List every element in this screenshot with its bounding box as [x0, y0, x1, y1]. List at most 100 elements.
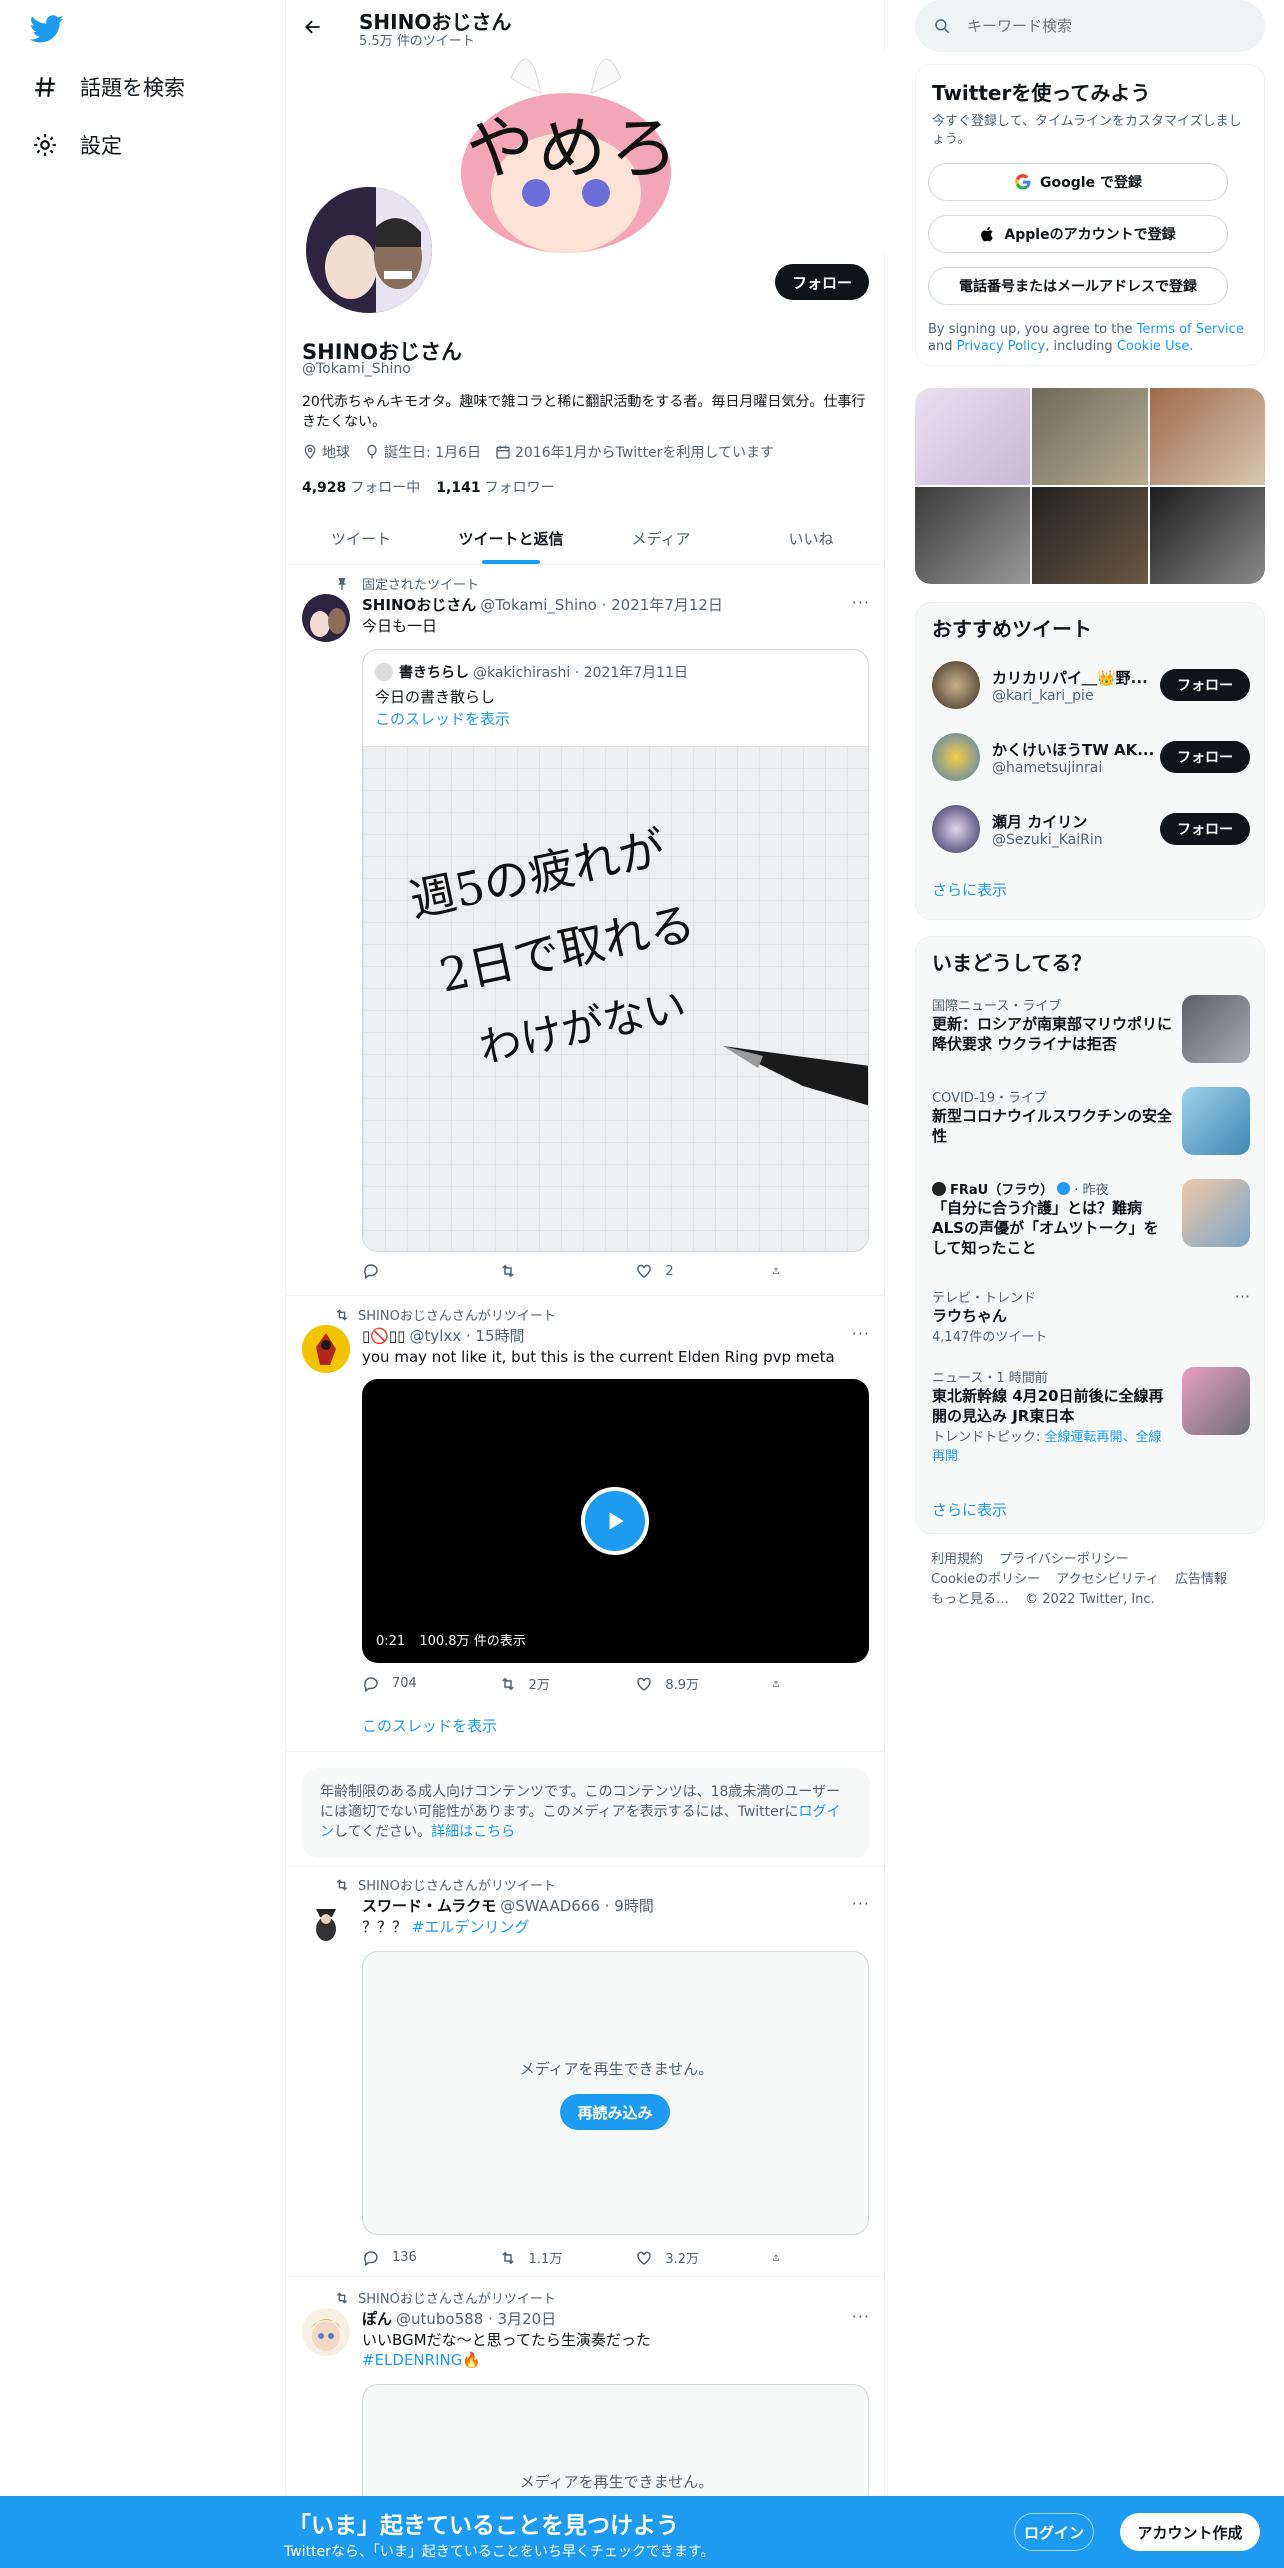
footer-copyright: © 2022 Twitter, Inc. — [1025, 1592, 1155, 1607]
hashtag-link[interactable]: #ELDENRING — [362, 2351, 462, 2369]
footer-accessibility-link[interactable]: アクセシビリティ — [1056, 1572, 1159, 1587]
show-thread-link[interactable]: このスレッドを表示 — [362, 1716, 862, 1736]
tweet-meta[interactable]: @Tokami_Shino · 2021年7月12日 — [480, 594, 723, 615]
footer-ads-link[interactable]: 広告情報 — [1175, 1572, 1227, 1587]
search-input[interactable] — [967, 17, 1227, 35]
reco-follow-button[interactable]: フォロー — [1160, 813, 1250, 845]
tweet-retweet-pon[interactable]: SHINOおじさんさんがリツイート ぽん @utubo588 · 3月20日 ·… — [286, 2280, 886, 2504]
phone-email-signup-button[interactable]: 電話番号またはメールアドレスで登録 — [928, 267, 1228, 305]
video-player[interactable]: 0:21 100.8万 件の表示 — [362, 1379, 869, 1663]
reco-item[interactable]: かくけいほうTW AK... @hametsujinrai フォロー — [932, 727, 1250, 787]
media-thumb[interactable] — [1149, 388, 1265, 485]
cookie-use-link[interactable]: Cookie Use — [1117, 339, 1190, 354]
reply-button[interactable]: 136 — [362, 2248, 462, 2267]
quote-tweet[interactable]: 書きちらし @kakichirashi · 2021年7月11日 今日の書き散ら… — [362, 649, 869, 1252]
profile-avatar[interactable] — [302, 183, 436, 317]
apple-signup-button[interactable]: Appleのアカウントで登録 — [928, 215, 1228, 253]
reco-item[interactable]: カリカリパイ＿👑野... @kari_kari_pie フォロー — [932, 655, 1250, 715]
terms-of-service-link[interactable]: Terms of Service — [1137, 322, 1244, 337]
tweet-meta[interactable]: @utubo588 · 3月20日 — [396, 2308, 556, 2329]
trend-topic: トレンドトピック: 全線運転再開、全線再開 — [932, 1426, 1172, 1464]
tweet-text: 今日も一日 — [362, 617, 438, 635]
following-link[interactable]: 4,928 フォロー中 — [302, 477, 420, 497]
google-signup-button[interactable]: Google で登録 — [928, 163, 1228, 201]
tweet-meta[interactable]: @SWAAD666 · 9時間 — [500, 1895, 654, 1916]
tweet-meta[interactable]: @tylxx · 15時間 — [409, 1325, 524, 1346]
retweet-button[interactable] — [499, 1262, 599, 1280]
retweet-button[interactable]: 1.1万 — [499, 2248, 599, 2267]
reco-item[interactable]: 瀬月 カイリン @Sezuki_KaiRin フォロー — [932, 799, 1250, 859]
avatar[interactable] — [302, 594, 350, 642]
media-thumb[interactable] — [1149, 487, 1265, 584]
reload-button[interactable]: 再読み込み — [560, 2094, 670, 2130]
quote-image[interactable]: 週5の疲れが 2日で取れる わけがない — [363, 746, 868, 1251]
nav-settings[interactable]: 設定 — [30, 121, 122, 169]
trends-show-more-link[interactable]: さらに表示 — [932, 1499, 1007, 1520]
login-button[interactable]: ログイン — [1014, 2513, 1094, 2551]
hashtag-icon — [30, 72, 60, 102]
tweet-author-name[interactable]: ぽん — [362, 2308, 392, 2329]
like-button[interactable]: 3.2万 — [635, 2248, 735, 2267]
nav-explore[interactable]: 話題を検索 — [30, 63, 185, 111]
retweet-icon — [501, 2251, 514, 2264]
tab-tweets-replies[interactable]: ツイートと返信 — [436, 512, 586, 564]
like-button[interactable]: 8.9万 — [635, 1674, 735, 1693]
media-thumb[interactable] — [1032, 388, 1148, 485]
tweet-author-name[interactable]: SHINOおじさん — [362, 594, 476, 615]
hashtag-link[interactable]: #エルデンリング — [412, 1918, 530, 1936]
reco-follow-button[interactable]: フォロー — [1160, 741, 1250, 773]
quote-show-thread-link[interactable]: このスレッドを表示 — [375, 708, 510, 729]
more-options-icon[interactable]: ··· — [1235, 1287, 1250, 1306]
tweet-pinned[interactable]: 固定されたツイート SHINOおじさん @Tokami_Shino · 2021… — [286, 566, 886, 1296]
reply-button[interactable]: 704 — [362, 1674, 462, 1693]
follow-button[interactable]: フォロー — [775, 264, 869, 300]
followers-link[interactable]: 1,141 フォロワー — [436, 477, 554, 497]
age-restriction-notice: 年齢制限のある成人向けコンテンツです。このコンテンツは、18歳未満のユーザーには… — [302, 1768, 870, 1858]
signup-button[interactable]: アカウント作成 — [1120, 2513, 1260, 2551]
tweet-context-text: SHINOおじさんさんがリツイート — [358, 1879, 556, 1894]
tweet-author-name[interactable]: スワード・ムラクモ — [362, 1895, 496, 1916]
footer-terms-link[interactable]: 利用規約 — [931, 1552, 983, 1567]
footer-cookie-link[interactable]: Cookieのポリシー — [931, 1572, 1040, 1587]
avatar[interactable] — [302, 1895, 350, 1943]
trend-item[interactable]: ニュース・1 時間前 東北新幹線 4月20日前後に全線再開の見込み JR東日本 … — [932, 1367, 1250, 1467]
share-button[interactable] — [772, 2248, 792, 2267]
reco-follow-button[interactable]: フォロー — [1160, 669, 1250, 701]
back-arrow-icon[interactable] — [298, 12, 328, 42]
trend-item[interactable]: FRaU（フラウ） · 昨夜 「自分に合う介護」とは？難病ALSの声優が「オムツ… — [932, 1179, 1250, 1271]
reply-button[interactable] — [362, 1262, 462, 1280]
avatar[interactable] — [302, 2308, 350, 2356]
more-options-icon[interactable]: ··· — [852, 1894, 870, 1913]
play-icon[interactable] — [581, 1487, 649, 1555]
trend-item[interactable]: テレビ・トレンド ラウちゃん 4,147件のツイート ··· — [932, 1287, 1250, 1351]
footer-more-link[interactable]: もっと見る… — [931, 1592, 1009, 1607]
trend-item[interactable]: 国際ニュース・ライブ 更新：ロシアが南東部マリウポリに降伏要求 ウクライナは拒否 — [932, 995, 1250, 1071]
footer-privacy-link[interactable]: プライバシーポリシー — [999, 1552, 1129, 1567]
trend-category: テレビ・トレンド — [932, 1291, 1037, 1306]
media-thumb[interactable] — [915, 388, 1031, 485]
media-thumb[interactable] — [1032, 487, 1148, 584]
share-button[interactable] — [772, 1262, 792, 1280]
more-options-icon[interactable]: ··· — [852, 2307, 870, 2326]
twitter-logo-icon[interactable] — [29, 12, 64, 46]
bottom-signup-bar: 「いま」起きていることを見つけよう Twitterなら、「いま」起きていることを… — [0, 2496, 1284, 2568]
retweet-button[interactable]: 2万 — [499, 1674, 599, 1693]
avatar[interactable] — [302, 1325, 350, 1373]
more-options-icon[interactable]: ··· — [852, 1324, 870, 1343]
heart-icon — [637, 1677, 652, 1691]
reco-show-more-link[interactable]: さらに表示 — [932, 879, 1007, 900]
tab-media[interactable]: メディア — [586, 512, 736, 564]
warning-details-link[interactable]: 詳細はこちら — [431, 1824, 515, 1840]
share-button[interactable] — [772, 1674, 792, 1693]
media-thumb[interactable] — [915, 487, 1031, 584]
tweet-context: SHINOおじさんさんがリツイート — [334, 1305, 556, 1324]
tweet-retweet-swaad[interactable]: SHINOおじさんさんがリツイート スワード・ムラクモ @SWAAD666 · … — [286, 1867, 886, 2277]
privacy-policy-link[interactable]: Privacy Policy — [957, 339, 1046, 354]
tab-likes[interactable]: いいね — [736, 512, 886, 564]
more-options-icon[interactable]: ··· — [852, 593, 870, 612]
like-button[interactable]: 2 — [635, 1262, 735, 1280]
search-bar[interactable] — [915, 0, 1265, 52]
tweet-retweet-elden[interactable]: SHINOおじさんさんがリツイート ▯🚫▯▯ @tylxx · 15時間 ···… — [286, 1297, 886, 1752]
trend-item[interactable]: COVID-19・ライブ 新型コロナウイルスワクチンの安全性 — [932, 1087, 1250, 1163]
tab-tweets[interactable]: ツイート — [286, 512, 436, 564]
